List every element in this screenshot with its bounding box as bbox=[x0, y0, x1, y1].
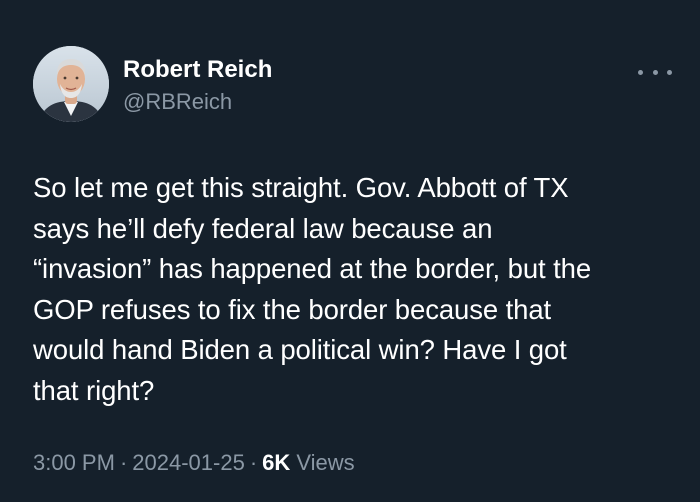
dot bbox=[652, 69, 658, 75]
more-options-button[interactable] bbox=[638, 62, 672, 82]
dot bbox=[667, 69, 672, 75]
more-horizontal-icon bbox=[638, 69, 672, 75]
author-display-name[interactable]: Robert Reich bbox=[123, 55, 272, 85]
tweet-header: Robert Reich @RBReich bbox=[33, 46, 673, 124]
tweet-card: Robert Reich @RBReich So let me get this… bbox=[0, 0, 700, 502]
views-count[interactable]: 6K bbox=[262, 450, 290, 475]
tweet-date[interactable]: 2024-01-25 bbox=[132, 450, 245, 475]
person-avatar-icon bbox=[33, 46, 109, 122]
author-names: Robert Reich @RBReich bbox=[123, 55, 272, 117]
author-handle[interactable]: @RBReich bbox=[123, 87, 272, 117]
views-label: Views bbox=[296, 450, 355, 475]
tweet-meta: 3:00 PM · 2024-01-25 · 6K Views bbox=[33, 447, 355, 479]
dot bbox=[638, 69, 643, 75]
tweet-time[interactable]: 3:00 PM bbox=[33, 450, 115, 475]
tweet-text: So let me get this straight. Gov. Abbott… bbox=[33, 172, 592, 406]
meta-separator: · bbox=[119, 450, 128, 475]
avatar[interactable] bbox=[33, 46, 109, 122]
meta-separator: · bbox=[249, 450, 258, 475]
